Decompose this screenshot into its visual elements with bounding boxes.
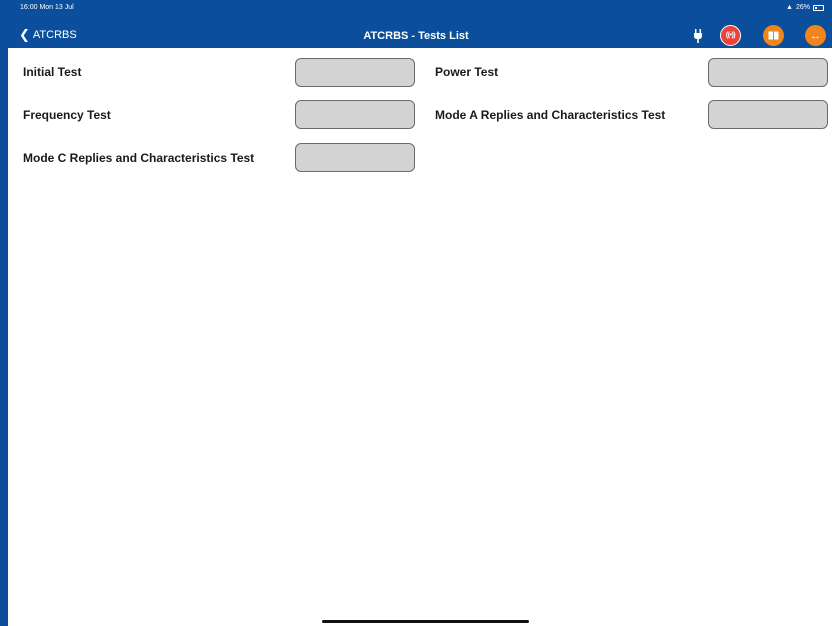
- expand-horizontal-icon: ↔: [810, 29, 821, 42]
- book-icon: [768, 31, 779, 40]
- plug-icon: [694, 29, 702, 43]
- test-label-mode-c: Mode C Replies and Characteristics Test: [23, 151, 255, 165]
- test-label-power: Power Test: [435, 65, 499, 79]
- book-button[interactable]: [763, 25, 784, 46]
- test-result-initial[interactable]: [295, 58, 415, 87]
- broadcast-icon: ((•)): [725, 32, 736, 39]
- navigation-bar: 16:00 Mon 13 Jul ▲ 26% ❮ ATCRBS ATCRBS -…: [0, 0, 832, 48]
- test-label-initial: Initial Test: [23, 65, 82, 79]
- test-label-frequency: Frequency Test: [23, 108, 111, 122]
- broadcast-button[interactable]: ((•)): [720, 25, 741, 46]
- battery-icon: [813, 4, 824, 11]
- left-border: [0, 0, 8, 626]
- status-indicators: ▲ 26%: [786, 3, 824, 12]
- status-time: 16:00 Mon 13 Jul: [20, 4, 74, 11]
- wifi-icon: ▲: [786, 4, 793, 11]
- test-label-mode-a: Mode A Replies and Characteristics Test: [435, 108, 666, 122]
- expand-button[interactable]: ↔: [805, 25, 826, 46]
- test-result-frequency[interactable]: [295, 100, 415, 129]
- page-title: ATCRBS - Tests List: [363, 30, 469, 42]
- test-result-mode-c[interactable]: [295, 143, 415, 172]
- test-result-mode-a[interactable]: [708, 100, 828, 129]
- home-indicator[interactable]: [322, 620, 529, 623]
- test-result-power[interactable]: [708, 58, 828, 87]
- battery-percentage: 26%: [795, 4, 810, 11]
